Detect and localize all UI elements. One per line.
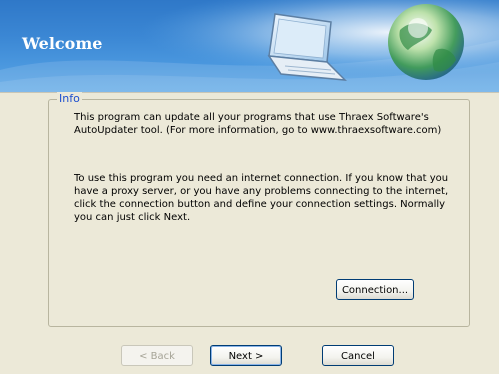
laptop-icon xyxy=(267,13,348,81)
next-button[interactable]: Next > xyxy=(210,345,282,366)
banner-title: Welcome xyxy=(22,34,103,53)
back-button[interactable]: < Back xyxy=(121,345,193,366)
connection-button[interactable]: Connection... xyxy=(336,279,414,300)
info-paragraph-1: This program can update all your program… xyxy=(74,112,442,136)
info-legend: Info xyxy=(57,92,82,106)
info-paragraph-2: To use this program you need an internet… xyxy=(74,173,449,223)
globe-icon xyxy=(388,4,464,80)
wizard-window: Welcome Info This program can update all… xyxy=(0,0,499,374)
header-banner: Welcome xyxy=(0,0,499,93)
cancel-button[interactable]: Cancel xyxy=(322,345,394,366)
